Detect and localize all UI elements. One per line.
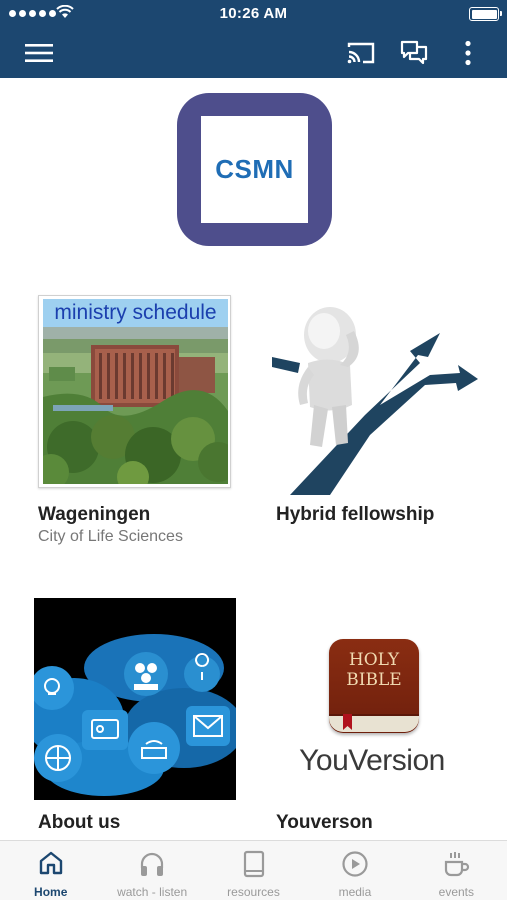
play-circle-icon [342,851,368,877]
campus-photo [43,327,228,484]
card-title-hybrid-fellowship: Hybrid fellowship [276,504,435,525]
tab-label-events: events [438,885,474,899]
tab-watch-listen[interactable]: watch - listen [101,841,202,900]
about-us-image[interactable] [34,598,236,800]
hybrid-fellowship-image[interactable] [270,295,480,495]
headphones-icon [141,852,164,876]
tab-events[interactable]: events [406,841,507,900]
logo-text: CSMN [215,154,294,184]
chat-icon [400,40,428,65]
tab-home[interactable]: Home [0,841,101,900]
communication-collage [34,598,236,800]
card-title-youverson: Youverson [276,812,373,833]
wageningen-image[interactable]: ministry schedule [38,295,231,488]
youversion-brand-text: YouVersion [299,744,445,777]
youversion-image[interactable]: HOLY BIBLE YouVersion [286,630,458,790]
menu-button[interactable] [21,36,57,70]
tab-media[interactable]: media [304,841,405,900]
bottom-tab-bar: Home watch - listen resources media even… [0,840,507,900]
tab-label-watch-listen: watch - listen [117,885,188,899]
card-title-about-us: About us [38,812,121,833]
more-vert-icon [465,40,471,66]
holy-bible-text: HOLY BIBLE [346,650,402,690]
status-bar: 10:26 AM [0,0,507,28]
tab-resources[interactable]: resources [203,841,304,900]
card-title-wageningen: Wageningen [38,504,151,525]
menu-icon [25,44,53,62]
home-icon [39,851,62,875]
cast-icon [347,42,375,64]
status-time: 10:26 AM [219,5,288,22]
tab-label-media: media [338,885,372,899]
card-subtitle-wageningen: City of Life Sciences [38,528,183,545]
ministry-schedule-overlay: ministry schedule [43,299,228,327]
tab-label-resources: resources [227,885,280,899]
coffee-icon [445,852,470,877]
cast-button[interactable] [343,36,379,70]
app-bar [0,28,507,78]
tab-label-home: Home [34,885,68,899]
app-logo: CSMN [177,93,332,246]
book-icon [243,850,264,878]
chat-button[interactable] [396,36,432,70]
battery-icon [469,7,502,21]
more-options-button[interactable] [450,36,486,70]
